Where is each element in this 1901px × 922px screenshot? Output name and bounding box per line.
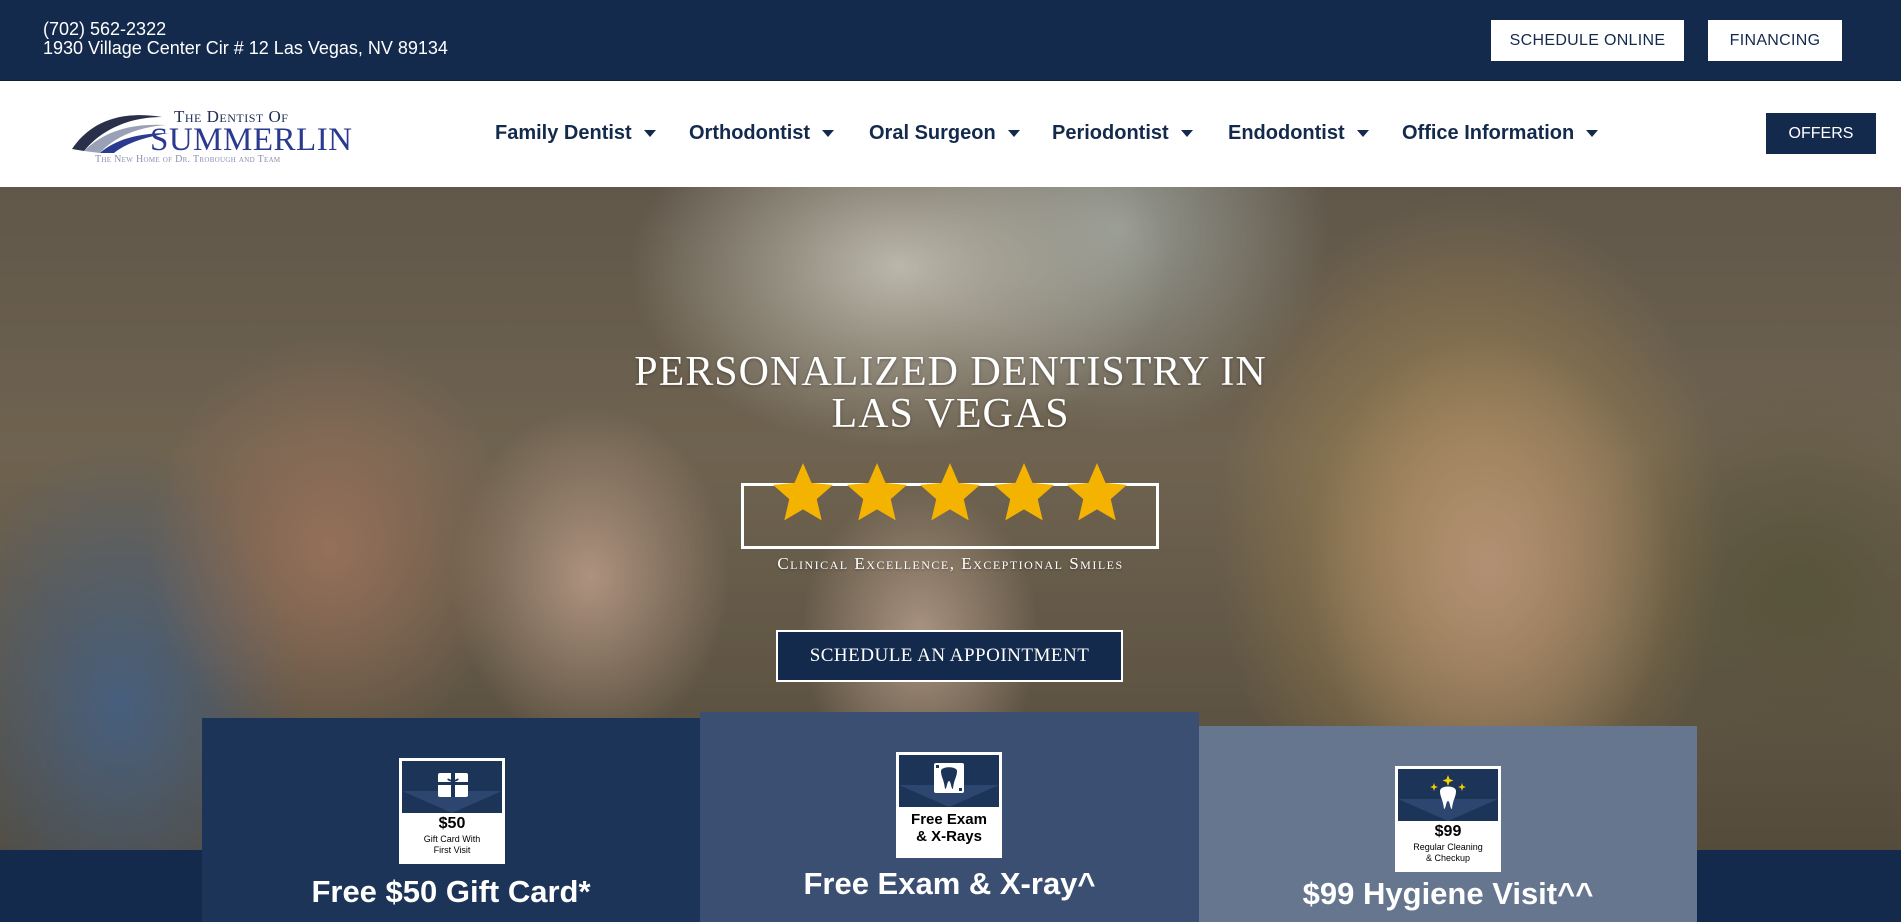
nav-item-label: Orthodontist: [689, 122, 811, 144]
coupon-amount: $99: [1434, 823, 1462, 840]
nav-item-family-dentist[interactable]: Family Dentist: [495, 122, 656, 145]
hero-title-line-1: PERSONALIZED DENTISTRY IN: [634, 349, 1267, 395]
coupon-title: Free Exam & X-Rays: [911, 811, 987, 845]
financing-button[interactable]: FINANCING: [1708, 20, 1842, 61]
coupon-detail: Regular Cleaning & Checkup: [1413, 842, 1483, 863]
tooth-xray-icon: [934, 763, 964, 793]
offer-headline: Free $50 Gift Card*: [311, 874, 591, 909]
star-icon: [846, 463, 907, 521]
nav-item-orthodontist[interactable]: Orthodontist: [689, 122, 835, 145]
phone-number[interactable]: (702) 562-2322: [43, 20, 448, 39]
offer-card-hygiene-visit[interactable]: $99 Regular Cleaning & Checkup $99 Hygie…: [1199, 726, 1697, 922]
nav-item-endodontist[interactable]: Endodontist: [1228, 122, 1369, 145]
contact-info: (702) 562-2322 1930 Village Center Cir #…: [43, 20, 448, 58]
offer-headline: Free Exam & X-ray^: [803, 866, 1096, 901]
offers-button[interactable]: OFFERS: [1766, 113, 1876, 154]
schedule-online-button[interactable]: SCHEDULE ONLINE: [1491, 20, 1684, 61]
caret-down-icon: [1007, 130, 1020, 137]
nav-item-label: Periodontist: [1052, 122, 1169, 144]
offer-card-gift-card[interactable]: $50 Gift Card With First Visit Free $50 …: [202, 718, 700, 922]
star-icon: [920, 463, 980, 521]
coupon-badge: $50 Gift Card With First Visit: [399, 758, 505, 864]
schedule-appointment-button[interactable]: SCHEDULE AN APPOINTMENT: [776, 630, 1123, 682]
star-rating: [770, 459, 1130, 539]
star-icon: [1067, 463, 1127, 521]
star-icon: [773, 463, 833, 521]
hero-tagline: Clinical Excellence, Exceptional Smiles: [777, 554, 1124, 573]
caret-down-icon: [643, 130, 656, 137]
offer-headline: $99 Hygiene Visit^^: [1302, 876, 1594, 911]
hero-title-line-2: LAS VEGAS: [831, 391, 1070, 437]
hero-title: PERSONALIZED DENTISTRY IN LAS VEGAS: [0, 351, 1901, 435]
nav-item-label: Oral Surgeon: [869, 122, 996, 144]
nav-item-label: Family Dentist: [495, 122, 632, 144]
caret-down-icon: [1356, 130, 1369, 137]
gift-icon: [438, 773, 468, 797]
sparkle-tooth-icon: [1430, 775, 1466, 809]
caret-down-icon: [822, 130, 835, 137]
coupon-badge: $99 Regular Cleaning & Checkup: [1395, 766, 1501, 872]
nav-item-oral-surgeon[interactable]: Oral Surgeon: [869, 122, 1020, 145]
nav-item-label: Endodontist: [1228, 122, 1345, 144]
offer-card-free-exam[interactable]: Free Exam & X-Rays Free Exam & X-ray^: [700, 712, 1199, 922]
coupon-badge: Free Exam & X-Rays: [896, 752, 1002, 858]
caret-down-icon: [1180, 130, 1193, 137]
caret-down-icon: [1586, 130, 1599, 137]
coupon-detail: Gift Card With First Visit: [423, 834, 481, 855]
nav-item-office-information[interactable]: Office Information: [1402, 122, 1599, 145]
nav-item-periodontist[interactable]: Periodontist: [1052, 122, 1193, 145]
address: 1930 Village Center Cir # 12 Las Vegas, …: [43, 38, 448, 58]
nav-item-label: Office Information: [1402, 122, 1575, 144]
main-header: The Dentist Of SUMMERLIN The New Home of…: [0, 81, 1901, 187]
star-icon: [993, 463, 1054, 521]
logo-tagline: The New Home of Dr. Trobough and Team: [95, 154, 281, 165]
top-bar: (702) 562-2322 1930 Village Center Cir #…: [0, 0, 1901, 81]
coupon-amount: $50: [438, 815, 466, 832]
site-logo[interactable]: The Dentist Of SUMMERLIN The New Home of…: [70, 105, 352, 165]
